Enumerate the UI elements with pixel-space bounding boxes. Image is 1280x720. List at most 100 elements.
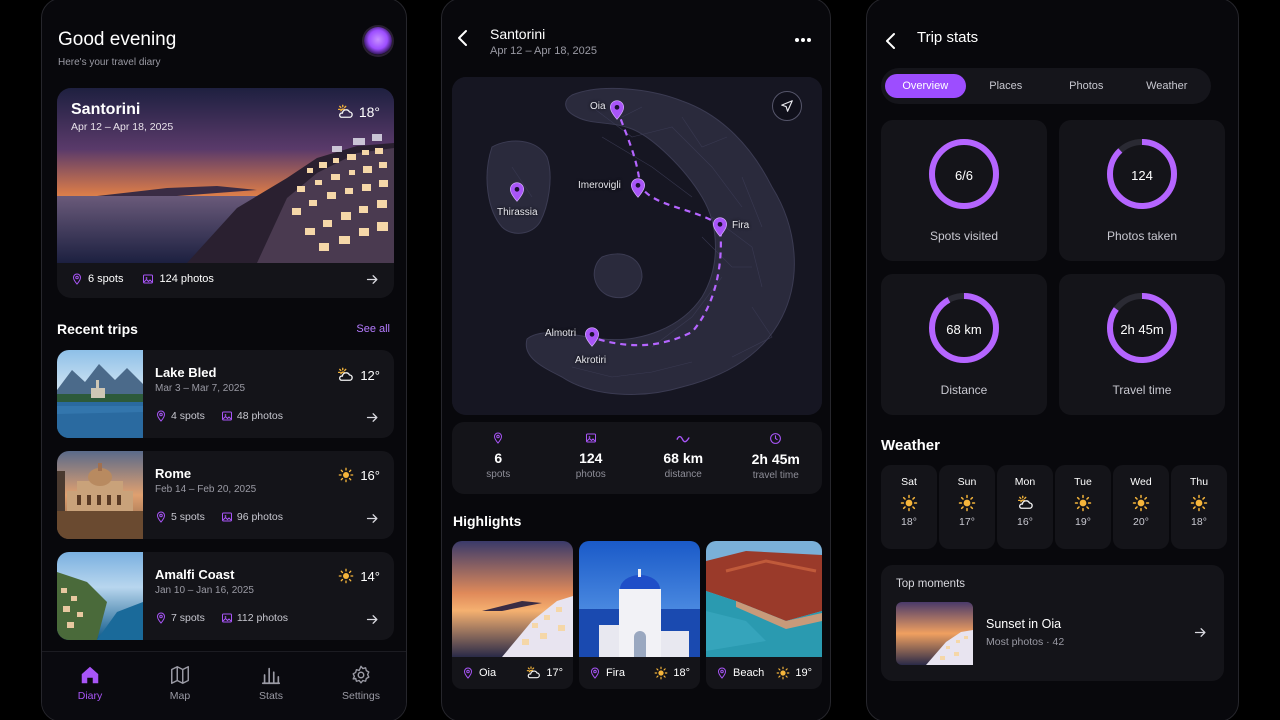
pin-icon: [155, 511, 167, 523]
top-moments-card[interactable]: Top moments Sunset in Oia Most photos · …: [881, 565, 1224, 681]
featured-dates: Apr 12 – Apr 18, 2025: [71, 121, 174, 133]
home-icon: [81, 666, 99, 684]
trip-meta: 4 spots 48 photos: [155, 410, 283, 422]
nav-label: Settings: [342, 690, 380, 702]
weather-day-label: Tue: [1074, 476, 1092, 488]
ring-value: 68 km: [946, 322, 982, 337]
trip-dates: Jan 10 – Jan 16, 2025: [155, 585, 254, 596]
featured-photos: 124 photos: [159, 273, 214, 285]
trip-meta: 7 spots 112 photos: [155, 612, 288, 624]
map-pin-oia[interactable]: [609, 100, 625, 120]
tab-overview[interactable]: Overview: [885, 74, 966, 98]
trip-spots: 7 spots: [171, 612, 205, 624]
lake-bled-photo: [57, 350, 143, 438]
weather-day-label: Wed: [1130, 476, 1152, 488]
back-icon[interactable]: [456, 29, 470, 47]
map-label-akrotiri-upper: Almotri: [545, 328, 577, 339]
sun-icon: [1132, 494, 1150, 512]
trip-name: Amalfi Coast: [155, 567, 235, 582]
stat-travel-time: 2h 45m travel time: [730, 422, 823, 494]
trip-card-rome[interactable]: Rome Feb 14 – Feb 20, 2025 16° 5 spots 9…: [57, 451, 394, 539]
nav-map[interactable]: Map: [150, 664, 210, 702]
tab-photos[interactable]: Photos: [1046, 74, 1127, 98]
stat-label: photos: [575, 469, 606, 480]
highlights-title: Highlights: [453, 513, 522, 529]
trip-spots: 4 spots: [171, 410, 205, 422]
moment-title: Sunset in Oia: [986, 617, 1062, 631]
sun-icon: [1190, 494, 1208, 512]
image-icon: [221, 410, 233, 422]
pin-icon: [589, 667, 601, 679]
back-icon[interactable]: [884, 32, 898, 50]
see-all-link[interactable]: See all: [356, 323, 390, 335]
featured-trip-card[interactable]: Santorini Apr 12 – Apr 18, 2025 18° 6 sp…: [57, 88, 394, 298]
tab-weather[interactable]: Weather: [1127, 74, 1208, 98]
arrow-right-icon[interactable]: [1193, 625, 1208, 640]
highlight-meta: Fira 18°: [579, 657, 700, 689]
stat-label: distance: [664, 469, 702, 480]
stat-label: travel time: [752, 470, 799, 481]
arrow-right-icon[interactable]: [365, 272, 380, 287]
sunset-oia-photo: [896, 602, 973, 665]
map-pin-fira[interactable]: [712, 217, 728, 237]
map-icon: [171, 666, 189, 684]
image-icon: [142, 273, 154, 285]
avatar[interactable]: [364, 27, 392, 55]
tab-places[interactable]: Places: [966, 74, 1047, 98]
trip-map[interactable]: Oia Imerovigli Fira Thirassia Almotri Ak…: [452, 77, 822, 415]
pin-icon: [155, 612, 167, 624]
trip-temp: 12°: [360, 367, 380, 383]
stat-value: 6: [494, 450, 503, 466]
ring-value: 6/6: [954, 168, 974, 183]
ring-card-spots: 6/6 Spots visited: [881, 120, 1047, 261]
featured-title: Santorini: [71, 101, 141, 118]
map-pin-thirassia[interactable]: [509, 182, 525, 202]
highlight-card-beach[interactable]: Beach 19°: [706, 541, 822, 689]
map-pin-akrotiri[interactable]: [584, 327, 600, 347]
weather-day: Wed 20°: [1113, 465, 1169, 549]
sun-icon: [338, 568, 354, 584]
trip-photos: 96 photos: [236, 511, 283, 523]
trip-photos: 112 photos: [236, 612, 289, 624]
greeting: Good evening: [58, 29, 177, 50]
pin-icon: [155, 410, 167, 422]
locate-button[interactable]: [772, 91, 802, 121]
greeting-subtitle: Here's your travel diary: [58, 57, 161, 68]
partly-cloudy-icon: [336, 103, 354, 121]
nav-stats[interactable]: Stats: [241, 664, 301, 702]
page-title: Trip stats: [917, 29, 979, 46]
trip-card-amalfi-coast[interactable]: Amalfi Coast Jan 10 – Jan 16, 2025 14° 7…: [57, 552, 394, 640]
trip-card-lake-bled[interactable]: Lake Bled Mar 3 – Mar 7, 2025 12° 4 spot…: [57, 350, 394, 438]
highlight-card-fira[interactable]: Fira 18°: [579, 541, 700, 689]
partly-cloudy-icon: [1015, 494, 1035, 512]
map-pin-imerovigli[interactable]: [630, 178, 646, 198]
map-label-imerovigli: Imerovigli: [578, 180, 621, 191]
highlight-place: Beach: [733, 667, 765, 679]
trip-meta: 5 spots 96 photos: [155, 511, 283, 523]
navigation-arrow-icon: [781, 100, 793, 112]
more-icon[interactable]: [794, 37, 812, 43]
weather-day: Thu 18°: [1171, 465, 1227, 549]
trip-photos: 48 photos: [236, 410, 283, 422]
weather-day: Tue 19°: [1055, 465, 1111, 549]
trip-dates: Feb 14 – Feb 20, 2025: [155, 484, 257, 495]
trip-detail-screen: Santorini Apr 12 – Apr 18, 2025 Oia Imer…: [441, 0, 831, 720]
ring-label: Spots visited: [929, 229, 999, 243]
sun-icon: [1074, 494, 1092, 512]
highlight-card-oia[interactable]: Oia 17°: [452, 541, 573, 689]
trip-dates: Apr 12 – Apr 18, 2025: [490, 45, 598, 57]
sun-icon: [338, 467, 354, 483]
nav-label: Diary: [77, 690, 103, 702]
weather-temp: 20°: [1133, 516, 1149, 528]
ring-value: 2h 45m: [1120, 322, 1164, 337]
nav-diary[interactable]: Diary: [60, 664, 120, 702]
trip-temp: 16°: [360, 467, 380, 483]
nav-settings[interactable]: Settings: [331, 664, 391, 702]
top-moments-title: Top moments: [896, 578, 966, 590]
arrow-right-icon[interactable]: [365, 410, 380, 425]
arrow-right-icon[interactable]: [365, 511, 380, 526]
clock-icon: [770, 433, 782, 444]
stats-tabs: Overview Places Photos Weather: [881, 68, 1211, 104]
image-icon: [585, 432, 597, 444]
arrow-right-icon[interactable]: [365, 612, 380, 627]
